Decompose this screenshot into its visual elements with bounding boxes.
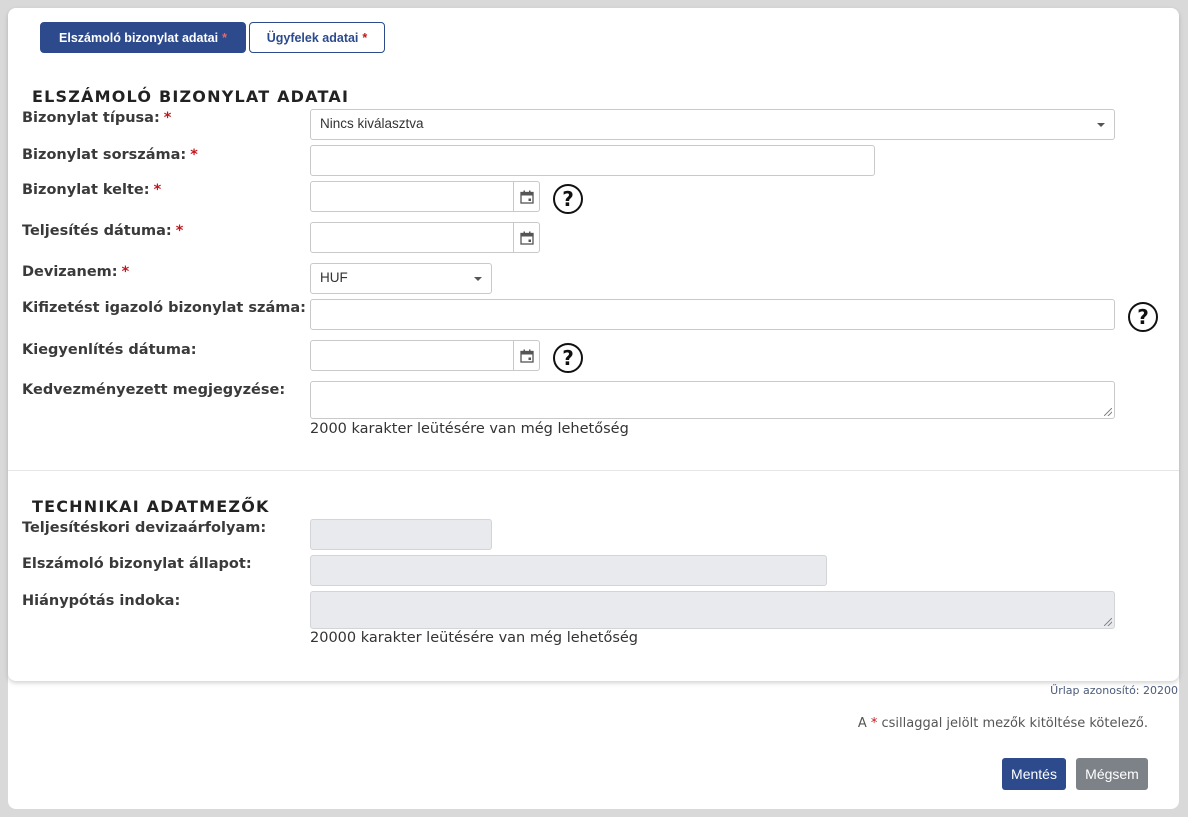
payment-doc-input[interactable] [310, 299, 1115, 330]
select-value: HUF [320, 270, 348, 285]
section-title-document: ELSZÁMOLÓ BIZONYLAT ADATAI [32, 87, 350, 106]
section-divider [8, 470, 1179, 471]
label-document-status: Elszámoló bizonylat állapot: [22, 556, 252, 572]
exchange-rate-input [310, 519, 492, 550]
section-title-technical: TECHNIKAI ADATMEZŐK [32, 497, 270, 516]
label-settlement-date: Kiegyenlítés dátuma: [22, 342, 197, 358]
label-document-serial: Bizonylat sorszáma: * [22, 147, 198, 163]
label-exchange-rate: Teljesítéskori devizaárfolyam: [22, 520, 267, 536]
deficiency-reason-textarea [310, 591, 1115, 629]
chevron-down-icon [1097, 123, 1105, 127]
form-identifier: Űrlap azonosító: 20200 [1050, 684, 1178, 697]
beneficiary-note-textarea[interactable] [310, 381, 1115, 419]
chevron-down-icon [474, 277, 482, 281]
tab-label: Ügyfelek adatai [266, 30, 359, 45]
calendar-icon[interactable] [513, 182, 539, 211]
document-status-input [310, 555, 827, 586]
issue-date-input[interactable] [310, 181, 540, 212]
tab-label: Elszámoló bizonylat adatai [59, 30, 219, 45]
help-icon[interactable]: ? [1128, 302, 1158, 332]
mandatory-note: A * csillaggal jelölt mezők kitöltése kö… [857, 716, 1148, 731]
currency-select[interactable]: HUF [310, 263, 492, 294]
resize-handle[interactable] [1104, 408, 1112, 416]
label-currency: Devizanem: * [22, 264, 130, 280]
label-document-type: Bizonylat típusa: * [22, 110, 172, 126]
document-serial-input[interactable] [310, 145, 875, 176]
required-marker: * [222, 30, 227, 45]
label-deficiency-reason: Hiánypótás indoka: [22, 593, 181, 609]
char-counter: 20000 karakter leütésére van még lehetős… [310, 630, 638, 646]
select-value: Nincs kiválasztva [320, 116, 424, 131]
completion-date-input[interactable] [310, 222, 540, 253]
help-icon[interactable]: ? [553, 184, 583, 214]
document-type-select[interactable]: Nincs kiválasztva [310, 109, 1115, 140]
help-icon[interactable]: ? [553, 343, 583, 373]
cancel-button[interactable]: Mégsem [1076, 758, 1148, 790]
save-button[interactable]: Mentés [1002, 758, 1066, 790]
label-completion-date: Teljesítés dátuma: * [22, 223, 184, 239]
label-payment-doc: Kifizetést igazoló bizonylat száma: [22, 300, 306, 316]
tab-document-data[interactable]: Elszámoló bizonylat adatai * [40, 22, 246, 53]
label-issue-date: Bizonylat kelte: * [22, 182, 162, 198]
settlement-date-input[interactable] [310, 340, 540, 371]
calendar-icon[interactable] [513, 223, 539, 252]
tab-clients-data[interactable]: Ügyfelek adatai * [249, 22, 385, 53]
required-marker: * [362, 30, 368, 45]
label-beneficiary-note: Kedvezményezett megjegyzése: [22, 382, 286, 398]
resize-handle [1104, 618, 1112, 626]
calendar-icon[interactable] [513, 341, 539, 370]
char-counter: 2000 karakter leütésére van még lehetősé… [310, 421, 629, 437]
